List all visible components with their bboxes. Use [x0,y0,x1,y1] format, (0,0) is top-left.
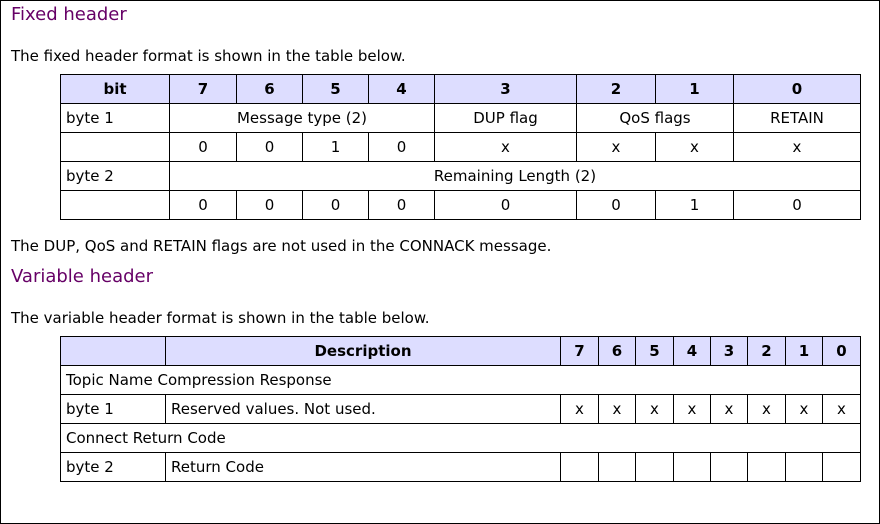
empty-cell [60,132,170,162]
header-cell: 3 [710,336,748,366]
bit-value-cell: 0 [434,190,577,220]
bit-value-cell [785,452,823,482]
message-type-cell: Message type (2) [169,103,435,133]
header-cell: 4 [368,74,435,104]
bit-value-cell: 0 [169,132,237,162]
bit-value-cell [598,452,636,482]
section-row: Connect Return Code [60,423,861,453]
header-cell: 2 [576,74,656,104]
byte-label: byte 2 [60,161,170,191]
qos-flags-cell: QoS flags [576,103,734,133]
header-cell: 3 [434,74,577,104]
byte-label: byte 1 [60,394,166,424]
byte2-fields-row: byte 2 Remaining Length (2) [60,161,861,191]
bit-value-cell: x [655,132,734,162]
bit-value-cell: x [733,132,861,162]
bit-value-cell [560,452,599,482]
byte-label: byte 1 [60,103,170,133]
bit-value-cell [635,452,674,482]
bit-value-cell: x [560,394,599,424]
header-cell: 0 [822,336,861,366]
byte2-row: byte 2 Return Code [60,452,861,482]
header-cell: bit [60,74,170,104]
bit-value-cell: x [635,394,674,424]
header-cell: 7 [560,336,599,366]
header-cell: 0 [733,74,861,104]
bit-value-cell: 1 [302,132,369,162]
header-cell: 4 [673,336,711,366]
dup-flag-cell: DUP flag [434,103,577,133]
retain-cell: RETAIN [733,103,861,133]
header-cell [60,336,166,366]
byte1-values-row: 0 0 1 0 x x x x [60,132,861,162]
bit-value-cell: x [747,394,786,424]
bit-value-cell [710,452,748,482]
section-title: Topic Name Compression Response [60,365,861,395]
byte1-row: byte 1 Reserved values. Not used. x x x … [60,394,861,424]
bit-value-cell: x [710,394,748,424]
bit-value-cell: 1 [655,190,734,220]
bit-value-cell: 0 [169,190,237,220]
bit-value-cell: x [785,394,823,424]
bit-value-cell [822,452,861,482]
header-cell: 5 [302,74,369,104]
bit-value-cell: x [822,394,861,424]
fixed-header-heading: Fixed header [11,4,127,25]
bit-value-cell: 0 [236,190,303,220]
bit-value-cell: x [576,132,656,162]
bit-value-cell: 0 [368,190,435,220]
var-header-row: Description 7 6 5 4 3 2 1 0 [60,336,861,366]
variable-header-table: Description 7 6 5 4 3 2 1 0 Topic Name C… [60,336,861,482]
header-cell: 6 [236,74,303,104]
variable-header-heading: Variable header [11,266,154,287]
bit-value-cell: 0 [576,190,656,220]
description-cell: Reserved values. Not used. [165,394,561,424]
byte1-fields-row: byte 1 Message type (2) DUP flag QoS fla… [60,103,861,133]
bit-value-cell [747,452,786,482]
bit-value-cell: x [673,394,711,424]
bit-value-cell: x [434,132,577,162]
bit-header-row: bit 7 6 5 4 3 2 1 0 [60,74,861,104]
header-cell: 1 [655,74,734,104]
header-cell: 1 [785,336,823,366]
empty-cell [60,190,170,220]
header-cell: 2 [747,336,786,366]
header-cell: 5 [635,336,674,366]
bit-value-cell: 0 [368,132,435,162]
document-body: Fixed header The fixed header format is … [1,1,879,482]
remaining-length-cell: Remaining Length (2) [169,161,861,191]
header-cell: 6 [598,336,636,366]
flags-note: The DUP, QoS and RETAIN flags are not us… [11,237,552,255]
byte-label: byte 2 [60,452,166,482]
bit-value-cell: x [598,394,636,424]
bit-value-cell [673,452,711,482]
fixed-header-intro: The fixed header format is shown in the … [11,47,406,65]
byte2-values-row: 0 0 0 0 0 0 1 0 [60,190,861,220]
section-row: Topic Name Compression Response [60,365,861,395]
variable-header-intro: The variable header format is shown in t… [11,309,430,327]
fixed-header-table: bit 7 6 5 4 3 2 1 0 byte 1 Message type … [60,74,861,220]
section-title: Connect Return Code [60,423,861,453]
header-cell: 7 [169,74,237,104]
bit-value-cell: 0 [302,190,369,220]
bit-value-cell: 0 [236,132,303,162]
bit-value-cell: 0 [733,190,861,220]
description-header: Description [165,336,561,366]
description-cell: Return Code [165,452,561,482]
